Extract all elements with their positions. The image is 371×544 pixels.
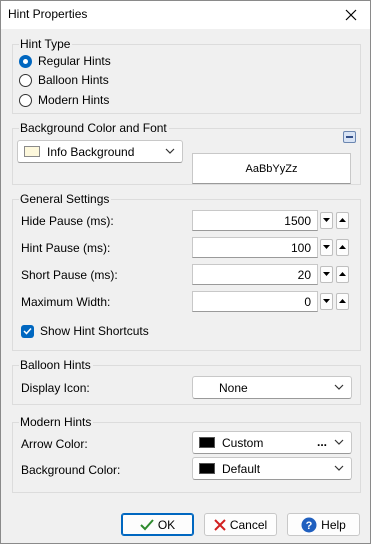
show-hint-shortcuts-checkbox[interactable]: Show Hint Shortcuts xyxy=(21,324,149,338)
font-preview-text: AaBbYyZz xyxy=(245,162,298,175)
background-title: Background Color and Font xyxy=(19,121,169,135)
hide-pause-up[interactable] xyxy=(336,212,349,229)
modern-hints-group: Modern Hints Arrow Color: Custom ... Bac… xyxy=(12,415,361,493)
short-pause-down[interactable] xyxy=(320,266,333,283)
hide-pause-down[interactable] xyxy=(320,212,333,229)
maximum-width-down[interactable] xyxy=(320,293,333,310)
chevron-down-icon xyxy=(334,439,344,445)
arrow-color-label: Arrow Color: xyxy=(21,437,88,451)
color-swatch xyxy=(199,463,215,474)
hint-properties-dialog: Hint Properties Hint Type Regular Hints … xyxy=(0,0,371,544)
radio-button[interactable] xyxy=(19,54,32,68)
cancel-label: Cancel xyxy=(229,517,268,532)
close-icon xyxy=(345,9,357,21)
radio-label: Balloon Hints xyxy=(38,73,109,87)
radio-balloon-hints[interactable]: Balloon Hints xyxy=(19,72,109,88)
background-color-modern-combo[interactable]: Default xyxy=(192,457,352,480)
hint-pause-down[interactable] xyxy=(320,239,333,256)
radio-modern-hints[interactable]: Modern Hints xyxy=(19,92,109,108)
caret-down-icon xyxy=(323,218,330,222)
short-pause-input[interactable]: 20 xyxy=(192,264,318,285)
radio-button[interactable] xyxy=(19,73,32,87)
x-icon xyxy=(214,518,226,531)
radio-button[interactable] xyxy=(19,93,32,107)
background-group: Background Color and Font Info Backgroun… xyxy=(12,121,361,185)
display-icon-value: None xyxy=(219,381,248,395)
help-icon: ? xyxy=(301,517,317,533)
background-color-value: Info Background xyxy=(47,145,135,159)
radio-label: Regular Hints xyxy=(38,54,111,68)
checkbox-box[interactable] xyxy=(21,324,34,338)
svg-text:?: ? xyxy=(306,520,313,532)
caret-down-icon xyxy=(323,272,330,276)
short-pause-up[interactable] xyxy=(336,266,349,283)
ellipsis-button[interactable]: ... xyxy=(317,435,327,449)
arrow-color-value: Custom xyxy=(222,436,264,450)
hint-type-group: Hint Type Regular Hints Balloon Hints Mo… xyxy=(12,37,361,114)
background-color-label: Background Color: xyxy=(21,463,121,477)
general-settings-group: General Settings Hide Pause (ms): 1500 H… xyxy=(12,192,361,351)
checkmark-icon xyxy=(23,327,32,335)
caret-up-icon xyxy=(339,299,346,303)
maximum-width-up[interactable] xyxy=(336,293,349,310)
cancel-button[interactable]: Cancel xyxy=(204,513,277,536)
chevron-down-icon xyxy=(165,148,175,154)
caret-down-icon xyxy=(323,245,330,249)
maximum-width-input[interactable]: 0 xyxy=(192,291,318,312)
arrow-color-combo[interactable]: Custom ... xyxy=(192,431,352,454)
hint-pause-label: Hint Pause (ms): xyxy=(21,241,111,255)
balloon-hints-group: Balloon Hints Display Icon: None xyxy=(12,358,361,405)
display-icon-combo[interactable]: None xyxy=(192,376,352,399)
hide-pause-label: Hide Pause (ms): xyxy=(21,214,114,228)
caret-down-icon xyxy=(323,299,330,303)
color-swatch xyxy=(24,146,40,157)
font-preview[interactable]: AaBbYyZz xyxy=(192,153,351,184)
radio-regular-hints[interactable]: Regular Hints xyxy=(19,53,111,69)
checkbox-label: Show Hint Shortcuts xyxy=(40,324,149,338)
maximum-width-label: Maximum Width: xyxy=(21,295,111,309)
ok-label: OK xyxy=(157,517,176,532)
help-button[interactable]: ? Help xyxy=(287,513,360,536)
hide-pause-input[interactable]: 1500 xyxy=(192,210,318,231)
general-settings-title: General Settings xyxy=(19,192,112,206)
background-color-modern-value: Default xyxy=(222,462,261,476)
title-bar: Hint Properties xyxy=(1,1,370,29)
close-button[interactable] xyxy=(340,4,362,26)
help-label: Help xyxy=(321,517,346,532)
short-pause-label: Short Pause (ms): xyxy=(21,268,118,282)
hint-type-title: Hint Type xyxy=(19,37,73,51)
chevron-down-icon xyxy=(334,384,344,390)
hint-pause-up[interactable] xyxy=(336,239,349,256)
collapse-button[interactable] xyxy=(343,131,356,143)
caret-up-icon xyxy=(339,272,346,276)
dialog-title: Hint Properties xyxy=(8,7,88,21)
ok-button[interactable]: OK xyxy=(121,513,194,536)
caret-up-icon xyxy=(339,245,346,249)
checkmark-icon xyxy=(140,518,154,531)
modern-hints-title: Modern Hints xyxy=(19,415,94,429)
balloon-hints-title: Balloon Hints xyxy=(19,358,93,372)
caret-up-icon xyxy=(339,218,346,222)
color-swatch xyxy=(199,437,215,448)
hint-pause-input[interactable]: 100 xyxy=(192,237,318,258)
chevron-down-icon xyxy=(334,465,344,471)
background-color-combo[interactable]: Info Background xyxy=(17,140,183,163)
radio-label: Modern Hints xyxy=(38,93,110,107)
display-icon-label: Display Icon: xyxy=(21,381,90,395)
